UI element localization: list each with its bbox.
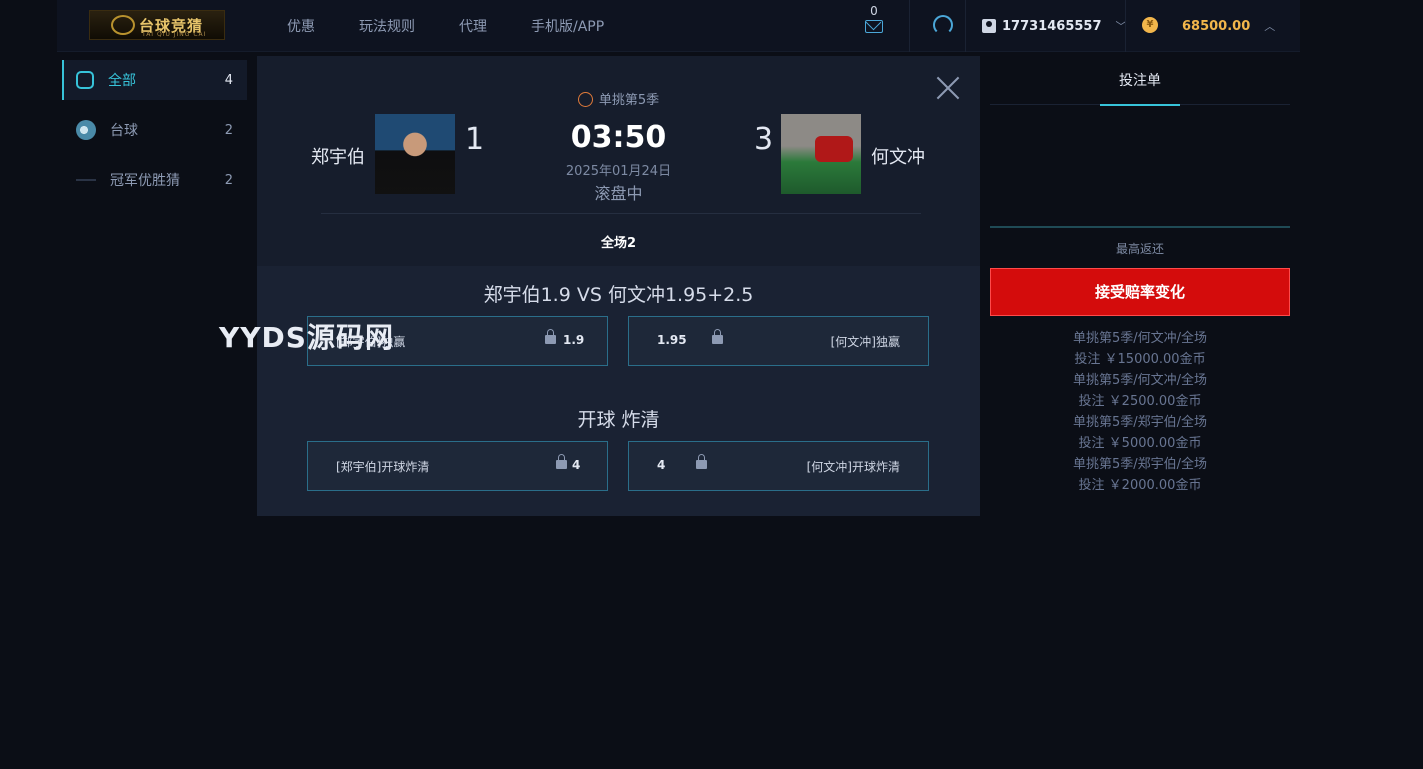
nav-rules[interactable]: 玩法规则: [359, 16, 415, 36]
top-bar: 台球竞猜 TAI QIU JING CAI 优惠 玩法规则 代理 手机版/APP…: [57, 0, 1300, 52]
odds-label: [何文冲]开球炸清: [806, 460, 900, 474]
header-divider: [321, 213, 921, 214]
sidebar-item-label: 台球: [110, 123, 138, 139]
odds-button-away[interactable]: 4 [何文冲]开球炸清: [628, 441, 929, 491]
max-return-label: 最高返还: [1115, 242, 1164, 256]
odds-label: [郑宇伯]开球炸清: [336, 460, 430, 474]
logo-subtext: TAI QIU JING CAI: [142, 31, 207, 38]
user-icon: [982, 19, 996, 33]
lock-icon: [712, 329, 723, 344]
nav-agent[interactable]: 代理: [459, 16, 487, 36]
chevron-up-icon: ︿: [1264, 20, 1276, 33]
mail-button[interactable]: 0: [863, 4, 885, 33]
divider: [909, 0, 910, 52]
sidebar-item-label: 冠军优胜猜: [110, 173, 180, 189]
odds-value: 1.95: [657, 333, 687, 347]
sidebar-item-count: 2: [224, 172, 233, 188]
lock-icon: [696, 454, 707, 469]
lock-icon: [556, 454, 567, 469]
billiards-icon: [76, 120, 96, 140]
sport-sidebar: 全部 4 台球 2 冠军优胜猜 2: [62, 60, 247, 210]
divider: [990, 226, 1290, 228]
market-title: 郑宇伯1.9 VS 何文冲1.95+2.5: [483, 284, 754, 306]
bet-history-item: 单挑第5季/郑宇伯/全场: [1072, 415, 1208, 430]
match-status: 滚盘中: [594, 184, 643, 203]
sidebar-item-count: 2: [224, 122, 233, 138]
username: 17731465557: [1002, 18, 1102, 34]
nav-mobile-app[interactable]: 手机版/APP: [531, 16, 604, 36]
balance-menu[interactable]: 68500.00 ︿: [1182, 0, 1275, 52]
sidebar-item-billiards[interactable]: 台球 2: [62, 110, 247, 150]
period-tab[interactable]: 全场2: [257, 232, 980, 251]
match-header: 单挑第5季 郑宇伯 1 03:50 2025年01月24日 滚盘中 3 何文冲 …: [257, 56, 980, 266]
tab-bet-slip[interactable]: 投注单: [1100, 56, 1180, 106]
sidebar-item-label: 全部: [108, 73, 136, 89]
site-logo[interactable]: 台球竞猜 TAI QIU JING CAI: [89, 10, 225, 40]
sidebar-item-all[interactable]: 全部 4: [62, 60, 247, 100]
odds-label: [何文冲]独赢: [830, 335, 900, 349]
basketball-icon: [577, 92, 593, 107]
match-detail-panel: 单挑第5季 郑宇伯 1 03:50 2025年01月24日 滚盘中 3 何文冲 …: [257, 56, 980, 516]
logo-emblem-icon: [110, 15, 135, 35]
away-team-name: 何文冲: [871, 147, 925, 168]
mail-icon: [865, 20, 883, 33]
all-sports-icon: [76, 71, 94, 89]
bet-history-item: 投注 ￥15000.00金币: [1074, 352, 1206, 367]
league-name: 单挑第5季: [257, 89, 980, 108]
divider: [965, 0, 966, 52]
odds-button-home[interactable]: [郑宇伯]开球炸清 4: [307, 441, 608, 491]
odds-button-away[interactable]: 1.95 [何文冲]独赢: [628, 316, 929, 366]
user-menu[interactable]: 17731465557 ﹀: [982, 0, 1127, 52]
away-score: 3: [754, 122, 774, 157]
customer-service-icon[interactable]: [933, 15, 953, 35]
watermark-text: YYDS源码网: [219, 321, 394, 354]
accept-odds-change-button[interactable]: 接受赔率变化: [990, 268, 1290, 316]
odds-value: 4: [572, 458, 581, 472]
bet-history-item: 投注 ￥2500.00金币: [1078, 394, 1202, 409]
sidebar-item-count: 4: [224, 72, 233, 88]
odds-value: 4: [657, 458, 666, 472]
market-title: 开球 炸清: [577, 409, 660, 431]
balance-amount: 68500.00: [1182, 18, 1251, 34]
bet-history-list: 单挑第5季/何文冲/全场 投注 ￥15000.00金币 单挑第5季/何文冲/全场…: [990, 328, 1290, 496]
divider: [1125, 0, 1126, 52]
bet-history-item: 单挑第5季/何文冲/全场: [1072, 373, 1208, 388]
coin-icon: ¥: [1142, 17, 1158, 33]
bet-history-item: 投注 ￥5000.00金币: [1078, 436, 1202, 451]
bet-history-item: 单挑第5季/何文冲/全场: [1072, 331, 1208, 346]
sidebar-item-champion[interactable]: 冠军优胜猜 2: [62, 160, 247, 200]
bet-history-item: 投注 ￥2000.00金币: [1078, 478, 1202, 493]
nav-promotions[interactable]: 优惠: [287, 16, 315, 36]
main-nav: 优惠 玩法规则 代理 手机版/APP: [287, 0, 648, 52]
bet-history-item: 单挑第5季/郑宇伯/全场: [1072, 457, 1208, 472]
lock-icon: [545, 329, 556, 344]
odds-value: 1.9: [563, 333, 585, 347]
champion-icon: [76, 179, 96, 181]
away-player-photo: [781, 114, 861, 194]
